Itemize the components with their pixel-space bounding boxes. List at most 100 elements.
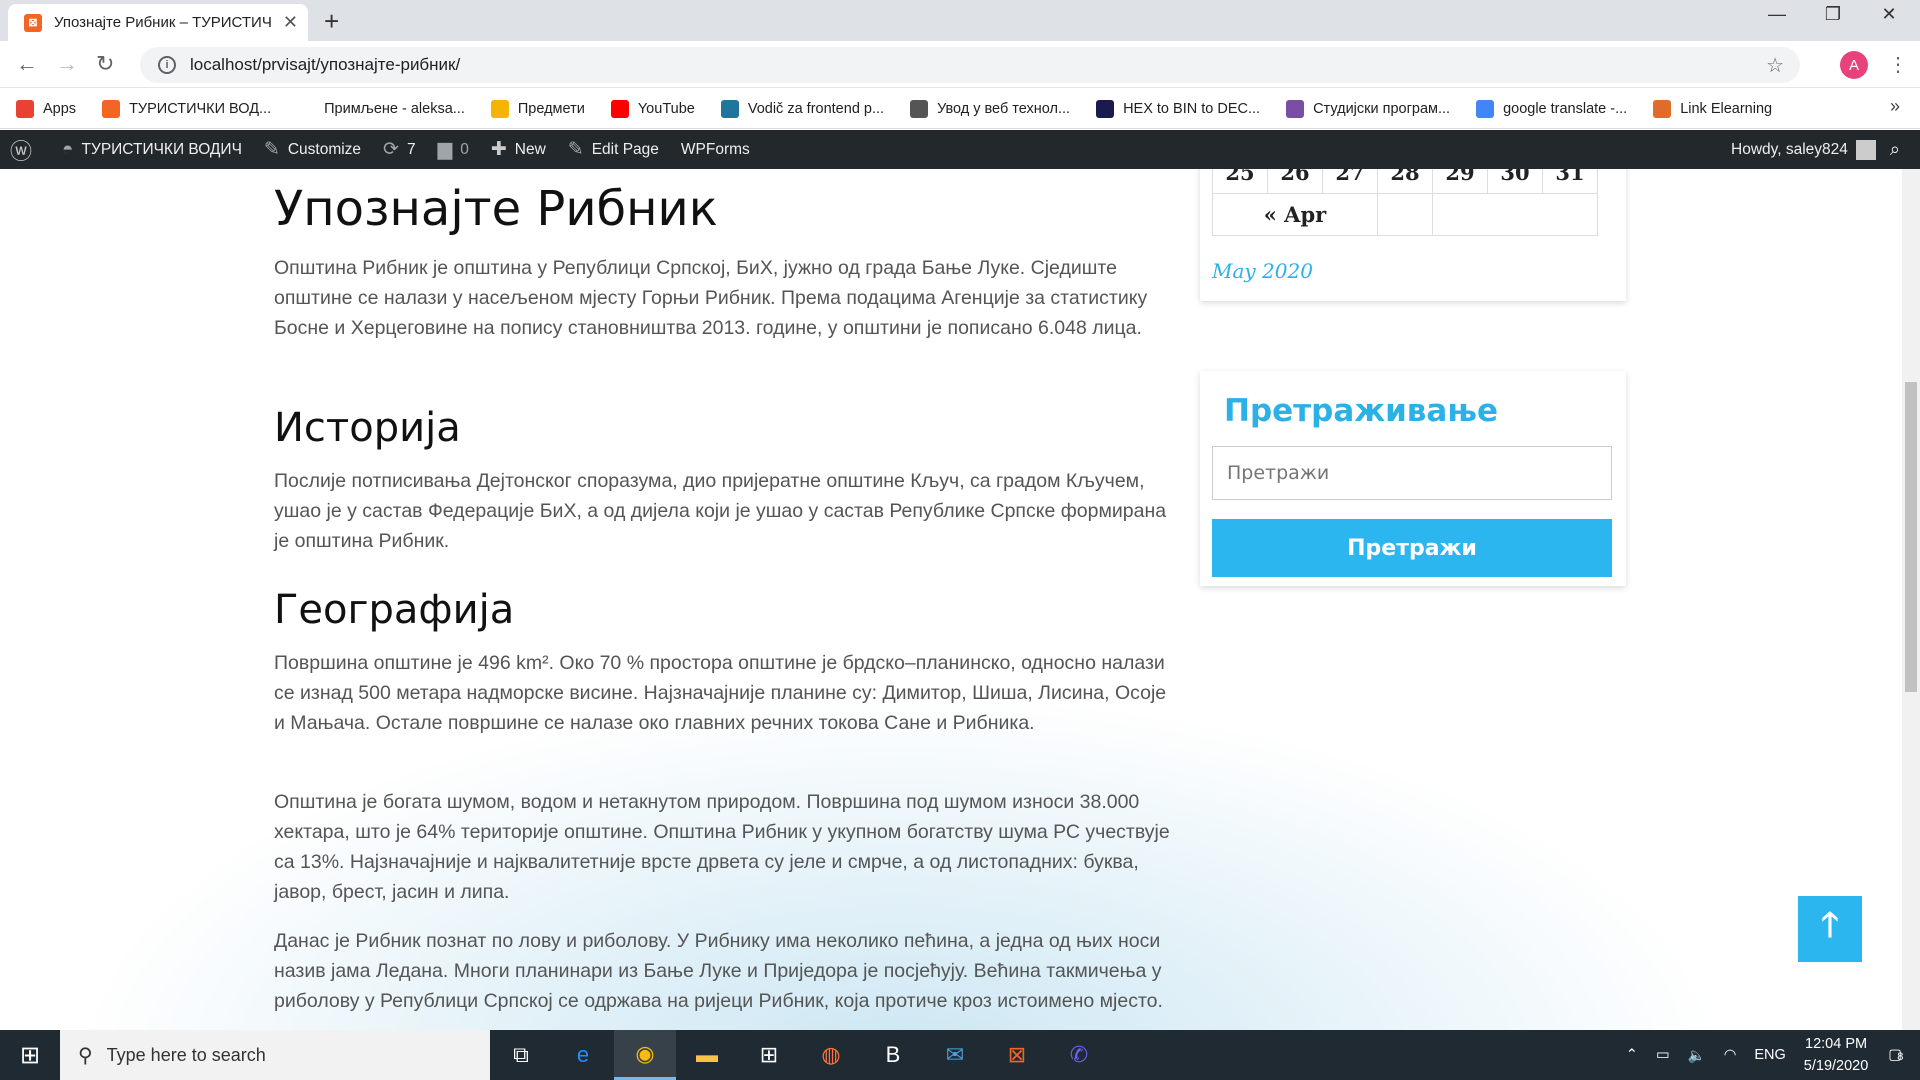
bookmark-item[interactable]: google translate -... <box>1476 99 1627 118</box>
bookmark-item[interactable]: YouTube <box>610 99 695 118</box>
bookmark-label: ТУРИСТИЧКИ ВОД... <box>129 100 272 117</box>
hex-icon <box>1096 99 1115 118</box>
plus-icon: ✚ <box>490 139 507 160</box>
viber-icon[interactable]: ✆ <box>1048 1030 1110 1080</box>
admin-comments[interactable]: ▆ 0 <box>438 138 469 161</box>
file-explorer-icon[interactable]: ▬ <box>676 1030 738 1080</box>
back-to-top-button[interactable]: 🡑 <box>1798 896 1862 962</box>
language-indicator[interactable]: ENG <box>1754 1047 1785 1063</box>
globe-icon <box>910 99 929 118</box>
bookmark-item[interactable]: Примљене - aleksa... <box>297 99 465 118</box>
admin-new[interactable]: ✚ New <box>491 138 546 161</box>
taskbar-search[interactable]: ⚲ Type here to search <box>60 1030 490 1080</box>
edge-icon[interactable]: e <box>552 1030 614 1080</box>
paragraph-intro: Општина Рибник је општина у Републици Ср… <box>274 257 1148 339</box>
wifi-icon[interactable]: ◠ <box>1724 1047 1737 1063</box>
profile-avatar[interactable]: A <box>1840 51 1868 79</box>
system-tray: ⌃ ▭ 🔈 ◠ ENG 12:04 PM 5/19/2020 ▢ 8 <box>1626 1030 1920 1080</box>
browser-toolbar: ← → ↻ i localhost/prvisajt/упознајте-риб… <box>0 41 1920 88</box>
bookmark-label: Apps <box>43 100 77 117</box>
restore-icon[interactable]: ❐ <box>1810 4 1856 25</box>
site-info-icon[interactable]: i <box>158 56 176 74</box>
customize-label: Customize <box>287 140 362 158</box>
paragraph-geography-2: Општина је богата шумом, водом и нетакну… <box>274 791 1170 903</box>
admin-customize[interactable]: ✎ Customize <box>264 138 361 161</box>
heading-geography: Географија <box>274 587 515 633</box>
tab-close-icon[interactable]: ✕ <box>283 12 298 33</box>
archive-link[interactable]: May 2020 <box>1212 259 1313 283</box>
firefox-icon[interactable]: ◍ <box>800 1030 862 1080</box>
back-arrow-icon[interactable]: ← <box>16 51 38 77</box>
calendar-day: 31 <box>1542 169 1598 194</box>
xampp-icon[interactable]: ⊠ <box>986 1030 1048 1080</box>
bookmark-item[interactable]: Студијски програм... <box>1286 99 1450 118</box>
bookmark-label: Примљене - aleksa... <box>324 100 465 117</box>
browser-menu-icon[interactable]: ⋮ <box>1888 52 1908 77</box>
clock-date: 5/19/2020 <box>1803 1058 1869 1074</box>
task-view-icon[interactable]: ⧉ <box>490 1030 552 1080</box>
volume-icon[interactable]: 🔈 <box>1688 1047 1706 1064</box>
reload-icon[interactable]: ↻ <box>96 51 114 77</box>
browser-tab[interactable]: ⊠ Упознајте Рибник – ТУРИСТИЧ ✕ <box>8 4 308 41</box>
bookmark-label: Предмети <box>517 100 585 117</box>
address-bar[interactable]: i localhost/prvisajt/упознајте-рибник/ ☆ <box>140 47 1800 83</box>
search-button[interactable]: Претражи <box>1212 519 1612 577</box>
bookmarks-overflow-icon[interactable]: » <box>1890 96 1900 117</box>
bookmark-star-icon[interactable]: ☆ <box>1766 53 1784 78</box>
store-icon[interactable]: ⊞ <box>738 1030 800 1080</box>
windows-start-icon[interactable]: ⊞ <box>0 1030 60 1080</box>
user-avatar-icon[interactable] <box>1855 139 1876 160</box>
updates-icon: ⟳ <box>383 139 399 160</box>
bookmark-item[interactable]: Увод у веб технол... <box>910 99 1071 118</box>
chrome-icon[interactable]: ◉ <box>614 1030 676 1080</box>
forward-arrow-icon[interactable]: → <box>56 51 78 77</box>
bookmark-label: Увод у веб технол... <box>937 100 1071 117</box>
pencil-icon: ✎ <box>567 139 584 160</box>
mail-icon[interactable]: ✉ <box>924 1030 986 1080</box>
wpforms-label: WPForms <box>680 140 750 158</box>
bookmark-item[interactable]: Link Elearning <box>1653 99 1773 118</box>
minimize-icon[interactable]: — <box>1754 4 1800 25</box>
paragraph-history: Послије потписивања Дејтонског споразума… <box>274 470 1167 552</box>
howdy-user[interactable]: Howdy, saley824 <box>1731 141 1848 159</box>
bookmark-label: Link Elearning <box>1680 100 1773 117</box>
admin-wpforms[interactable]: WPForms <box>681 141 750 159</box>
moodle-icon <box>490 99 509 118</box>
gmail-icon <box>297 99 316 118</box>
heading-history: Историја <box>274 405 461 451</box>
calendar-day: 30 <box>1487 169 1543 194</box>
scrollbar-thumb[interactable] <box>1905 382 1917 692</box>
bookmark-item[interactable]: Vodič za frontend p... <box>720 99 885 118</box>
xampp-favicon-icon: ⊠ <box>24 13 42 32</box>
new-tab-button[interactable]: + <box>324 6 339 37</box>
admin-site-name[interactable]: ◓ ТУРИСТИЧКИ ВОДИЧ <box>62 139 242 161</box>
notifications-icon[interactable]: ▢ 8 <box>1888 1047 1903 1063</box>
page-content: Упознајте Рибник Општина Рибник је општи… <box>0 169 1902 1030</box>
wordpress-logo-icon[interactable]: ⓦ <box>10 134 40 166</box>
tray-chevron-icon[interactable]: ⌃ <box>1626 1047 1638 1063</box>
bookmark-item[interactable]: ТУРИСТИЧКИ ВОД... <box>102 99 272 118</box>
admin-updates[interactable]: ⟳ 7 <box>383 138 416 161</box>
paragraph-geography-1: Површина општине је 496 km². Око 70 % пр… <box>274 652 1167 734</box>
bookmark-item[interactable]: Предмети <box>490 99 585 118</box>
admin-search-icon[interactable]: ⌕ <box>1890 139 1900 160</box>
bookmark-item[interactable]: Apps <box>16 99 77 118</box>
admin-edit-page[interactable]: ✎ Edit Page <box>568 138 659 161</box>
edit-page-label: Edit Page <box>591 140 659 158</box>
bookmark-item[interactable]: HEX to BIN to DEC... <box>1096 99 1261 118</box>
battery-icon[interactable]: ▭ <box>1656 1047 1670 1063</box>
search-input[interactable] <box>1212 446 1612 500</box>
window-close-icon[interactable]: ✕ <box>1866 4 1912 25</box>
calendar-widget: 25 26 27 28 29 30 31 « Apr May 2020 <box>1200 169 1626 301</box>
bitdefender-icon[interactable]: B <box>862 1030 924 1080</box>
bookmark-label: HEX to BIN to DEC... <box>1123 100 1261 117</box>
windows-taskbar: ⊞ ⚲ Type here to search ⧉ e ◉ ▬ ⊞ ◍ B ✉ … <box>0 1030 1920 1080</box>
calendar-next-cell <box>1432 193 1598 236</box>
brush-icon: ✎ <box>263 139 280 160</box>
clock[interactable]: 12:04 PM 5/19/2020 <box>1804 1033 1869 1077</box>
paragraph-geography-3: Данас је Рибник познат по лову и риболов… <box>274 930 1163 1012</box>
calendar-prev-link[interactable]: « Apr <box>1212 193 1378 236</box>
calendar-pad <box>1377 193 1433 236</box>
search-widget: Претраживање Претражи <box>1200 371 1626 586</box>
bookmark-label: Vodič za frontend p... <box>747 100 885 117</box>
